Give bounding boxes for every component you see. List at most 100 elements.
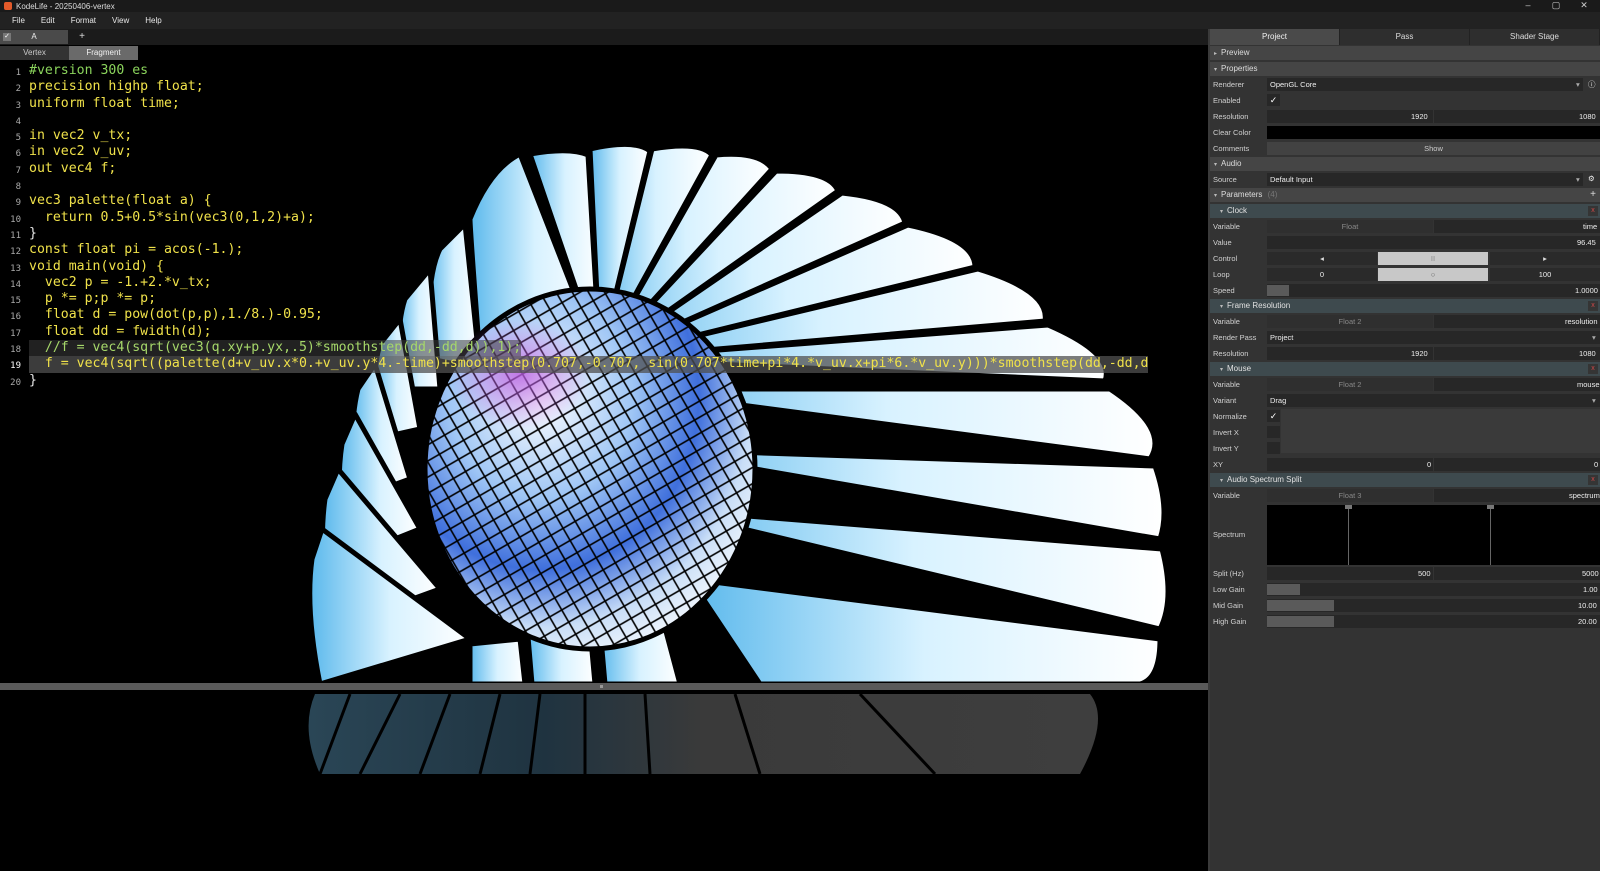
code-text[interactable]: precision highp float; xyxy=(29,79,204,95)
comments-show-button[interactable]: Show xyxy=(1267,142,1600,155)
code-text[interactable]: vec3 palette(float a) { xyxy=(29,193,212,209)
tab-fragment[interactable]: Fragment xyxy=(69,46,138,60)
frame-resolution-w-field[interactable] xyxy=(1267,347,1433,360)
resolution-width-value: 1920 xyxy=(1411,112,1428,121)
code-text[interactable]: void main(void) { xyxy=(29,259,164,275)
tab-vertex[interactable]: Vertex xyxy=(0,46,69,60)
code-text[interactable]: in vec2 v_tx; xyxy=(29,128,132,144)
spectrum-type[interactable]: Float 3 xyxy=(1267,489,1433,502)
menu-view[interactable]: View xyxy=(112,16,129,25)
split-high-field[interactable] xyxy=(1434,567,1600,580)
mouse-name-field[interactable] xyxy=(1434,378,1600,391)
menu-help[interactable]: Help xyxy=(145,16,161,25)
clock-type[interactable]: Float xyxy=(1267,220,1433,233)
frame-resolution-header[interactable]: ▾ Frame Resolution x xyxy=(1210,299,1600,313)
split-high-value: 5000 xyxy=(1582,569,1599,578)
scrollbar-grip[interactable] xyxy=(600,685,603,688)
split-low-handle[interactable] xyxy=(1345,505,1352,509)
code-text[interactable]: uniform float time; xyxy=(29,96,180,112)
mouse-variant-select[interactable] xyxy=(1267,394,1600,407)
resolution-label: Resolution xyxy=(1213,349,1249,358)
clear-color-swatch[interactable] xyxy=(1267,126,1600,139)
mouse-header[interactable]: ▾ Mouse x xyxy=(1210,362,1600,376)
code-text[interactable]: in vec2 v_uv; xyxy=(29,144,132,160)
clock-header[interactable]: ▾ Clock x xyxy=(1210,204,1600,218)
code-text[interactable]: return 0.5+0.5*sin(vec3(0,1,2)+a); xyxy=(29,210,315,226)
code-text[interactable]: #version 300 es xyxy=(29,63,148,79)
split-low-field[interactable] xyxy=(1267,567,1433,580)
frame-resolution-h: 1080 xyxy=(1579,349,1596,358)
code-text[interactable]: } xyxy=(29,373,37,389)
mouse-x-field[interactable] xyxy=(1267,458,1433,471)
minimize-button[interactable]: – xyxy=(1514,0,1542,12)
code-line: 5 in vec2 v_tx; xyxy=(0,128,1208,144)
spectrum-display xyxy=(1267,505,1600,565)
menu-file[interactable]: File xyxy=(12,16,25,25)
code-text[interactable]: const float pi = acos(-1.); xyxy=(29,242,243,258)
split-low-marker[interactable] xyxy=(1348,505,1349,565)
section-properties[interactable]: ▾ Properties xyxy=(1210,62,1600,76)
invert-y-label: Invert Y xyxy=(1213,444,1239,453)
code-text[interactable]: p *= p;p *= p; xyxy=(29,291,156,307)
code-text[interactable]: out vec4 f; xyxy=(29,161,116,177)
section-preview[interactable]: ▸ Preview xyxy=(1210,46,1600,60)
clock-name-field[interactable] xyxy=(1434,220,1600,233)
resolution-height-field[interactable] xyxy=(1434,110,1600,123)
render-pass-select[interactable] xyxy=(1267,331,1600,344)
code-text[interactable]: //f = vec4(sqrt(vec3(q.xy+p.yx,.5)*smoot… xyxy=(29,340,522,357)
menu-edit[interactable]: Edit xyxy=(41,16,55,25)
tab-project[interactable]: Project xyxy=(1210,29,1340,45)
audio-spectrum-header[interactable]: ▾ Audio Spectrum Split x xyxy=(1210,473,1600,487)
clock-pause-button[interactable]: II xyxy=(1378,252,1488,265)
normalize-checkbox[interactable]: ✓ xyxy=(1267,410,1280,422)
clock-next-button[interactable]: ▸ xyxy=(1490,252,1600,265)
close-window-button[interactable]: ✕ xyxy=(1570,0,1598,12)
code-line: 12 const float pi = acos(-1.); xyxy=(0,242,1208,258)
section-audio[interactable]: ▾ Audio xyxy=(1210,157,1600,171)
document-tab-a[interactable]: ✓ A xyxy=(0,30,68,44)
loop-max-field[interactable]: 100 xyxy=(1490,268,1600,281)
frame-resolution-type[interactable]: Float 2 xyxy=(1267,315,1433,328)
loop-min-field[interactable]: 0 xyxy=(1267,268,1377,281)
code-text[interactable]: float d = pow(dot(p,p),1./8.)-0.95; xyxy=(29,307,323,323)
split-high-handle[interactable] xyxy=(1487,505,1494,509)
invert-x-checkbox[interactable] xyxy=(1267,426,1280,438)
remove-frame-resolution-icon[interactable]: x xyxy=(1588,301,1598,311)
code-line: 15 p *= p;p *= p; xyxy=(0,291,1208,307)
code-line: 18 //f = vec4(sqrt(vec3(q.xy+p.yx,.5)*sm… xyxy=(0,340,1208,357)
speed-slider[interactable] xyxy=(1267,284,1600,297)
remove-audio-spectrum-icon[interactable]: x xyxy=(1588,475,1598,485)
code-text[interactable]: float dd = fwidth(d); xyxy=(29,324,212,340)
invert-y-checkbox[interactable] xyxy=(1267,442,1280,454)
maximize-button[interactable]: ▢ xyxy=(1542,0,1570,12)
menu-format[interactable]: Format xyxy=(71,16,96,25)
gear-icon[interactable]: ⚙ xyxy=(1588,174,1595,183)
code-text[interactable]: } xyxy=(29,226,37,242)
code-line: 7 out vec4 f; xyxy=(0,161,1208,177)
remove-clock-icon[interactable]: x xyxy=(1588,206,1598,216)
add-parameter-icon[interactable]: + xyxy=(1590,188,1596,202)
code-text[interactable]: f = vec4(sqrt((palette(d+v_uv.x*0.+v_uv.… xyxy=(29,356,1149,373)
add-tab-button[interactable]: + xyxy=(72,30,92,44)
frame-resolution-h-field[interactable] xyxy=(1434,347,1600,360)
clock-value-field[interactable] xyxy=(1267,236,1600,249)
resolution-width-field[interactable] xyxy=(1267,110,1433,123)
enabled-checkbox[interactable]: ✓ xyxy=(1267,94,1280,106)
horizontal-scrollbar[interactable] xyxy=(0,683,1208,690)
mouse-y-field[interactable] xyxy=(1434,458,1600,471)
clock-prev-button[interactable]: ◂ xyxy=(1267,252,1377,265)
code-editor[interactable]: 1 #version 300 es 2 precision highp float;… xyxy=(0,63,1208,389)
info-icon[interactable]: ⓘ xyxy=(1588,79,1596,90)
mouse-x: 0 xyxy=(1427,460,1432,469)
remove-mouse-icon[interactable]: x xyxy=(1588,364,1598,374)
tab-shader-stage[interactable]: Shader Stage xyxy=(1470,29,1600,45)
code-text[interactable]: vec2 p = -1.+2.*v_tx; xyxy=(29,275,212,291)
loop-toggle[interactable]: ○ xyxy=(1378,268,1488,281)
split-high-marker[interactable] xyxy=(1490,505,1491,565)
section-parameters[interactable]: ▾ Parameters (4) + xyxy=(1210,188,1600,202)
tab-pass[interactable]: Pass xyxy=(1340,29,1470,45)
audio-source-select[interactable] xyxy=(1267,173,1583,186)
low-gain-slider[interactable] xyxy=(1267,583,1600,596)
inspector-tab-bar: Project Pass Shader Stage xyxy=(1210,29,1600,45)
mouse-type[interactable]: Float 2 xyxy=(1267,378,1433,391)
